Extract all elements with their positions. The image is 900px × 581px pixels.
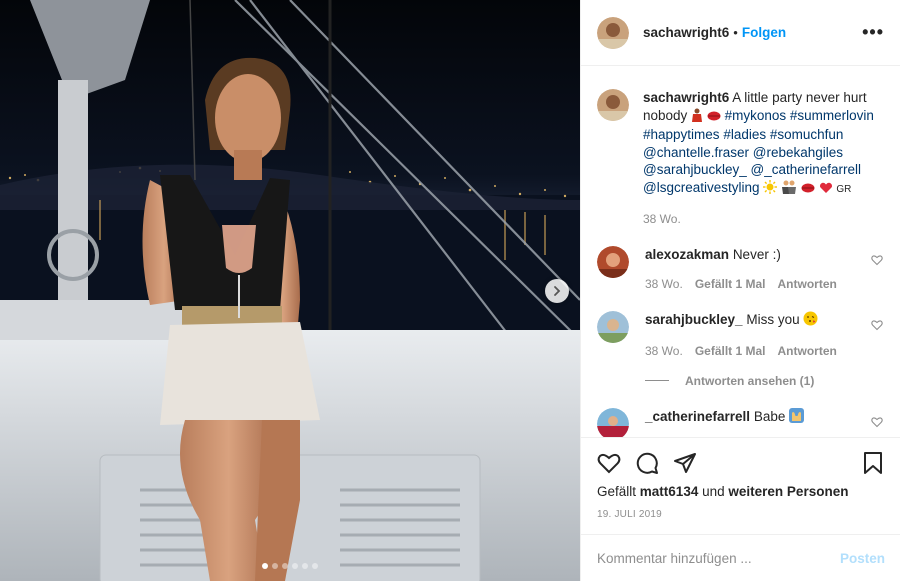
comment-text: Babe [753,408,786,424]
flag-gr-label: GR [836,183,852,195]
add-comment-bar: Posten [581,534,900,581]
divider-line [645,380,669,382]
post-date[interactable]: 19. JULI 2019 [597,509,885,520]
heart-icon[interactable] [871,416,883,431]
heart-icon[interactable] [871,254,883,269]
view-replies-label: Antworten ansehen (1) [685,373,815,388]
heart-emoji-icon [819,181,833,199]
carousel-dot [262,563,268,569]
bookmark-icon[interactable] [861,451,885,475]
caption-meta: 38 Wo. [643,212,893,226]
liked-by-others[interactable]: weiteren Personen [728,484,848,499]
comment-input[interactable] [597,550,840,566]
avatar[interactable] [597,310,629,343]
comment-likes[interactable]: Gefällt 1 Mal [695,277,766,291]
reply-button[interactable]: Antworten [778,344,837,358]
heart-icon[interactable] [871,319,883,334]
kiss-emoji-icon [803,311,818,331]
mention-link[interactable]: @chantelle.fraser [643,145,749,160]
carousel-dot [292,563,298,569]
likes-middle: und [702,484,725,499]
view-replies-button[interactable]: Antworten ansehen (1) [645,374,885,388]
carousel-dot [282,563,288,569]
hashtag-link[interactable]: #summerlovin [790,108,874,123]
instagram-post: sachawright6 • Folgen ••• sachawright6 A… [0,0,900,581]
comment-likes[interactable]: Gefällt 1 Mal [695,344,766,358]
comment-text: Never :) [732,246,781,262]
liked-by-user[interactable]: matt6134 [640,484,699,499]
chevron-right-icon [554,286,561,296]
caption-time[interactable]: 38 Wo. [643,212,681,226]
carousel-indicator [0,563,580,569]
hashtag-link[interactable]: #somuchfun [770,127,844,142]
post-side-panel: sachawright6 • Folgen ••• sachawright6 A… [580,0,900,581]
post-header: sachawright6 • Folgen ••• [581,0,900,66]
caption-username[interactable]: sachawright6 [643,90,729,105]
raised-hands-emoji-icon [789,407,805,428]
post-comment-button[interactable]: Posten [840,551,885,566]
hashtag-link[interactable]: #happytimes [643,127,720,142]
carousel-dot [312,563,318,569]
sun-emoji-icon [763,179,778,199]
action-icons [597,448,885,478]
comment-item: alexozakman Never :) 38 Wo. Gefällt 1 Ma… [597,245,885,291]
dancer-emoji-icon [691,108,703,127]
avatar[interactable] [597,16,629,49]
post-caption: sachawright6 A little party never hurt n… [597,67,885,226]
photo-scene [0,0,580,581]
comments-list[interactable]: sachawright6 A little party never hurt n… [581,67,900,437]
mention-link[interactable]: @sarahjbuckley_ [643,162,747,177]
post-photo[interactable] [0,0,580,581]
mention-link[interactable]: @_catherinefarrell [751,162,862,177]
post-author-username[interactable]: sachawright6 [643,25,729,40]
comment-username[interactable]: sarahjbuckley_ [645,312,743,327]
comment-icon[interactable] [635,451,659,475]
comment-item: sarahjbuckley_ Miss you 38 Wo. Gefällt 1… [597,310,885,358]
comment-username[interactable]: _catherinefarrell [645,409,750,424]
mention-link[interactable]: @lsgcreativestyling [643,180,760,195]
comment-text: Miss you [746,311,800,327]
share-icon[interactable] [673,451,697,475]
follow-button[interactable]: Folgen [742,25,786,40]
likes-summary: Gefällt matt6134 und weiteren Personen [597,484,885,499]
avatar[interactable] [597,407,629,437]
avatar[interactable] [597,89,629,121]
carousel-next-button[interactable] [545,279,569,303]
comment-meta: 38 Wo. Gefällt 1 Mal Antworten [645,344,865,358]
comment-item: _catherinefarrell Babe [597,407,885,437]
carousel-dot [272,563,278,569]
comment-meta: 38 Wo. Gefällt 1 Mal Antworten [645,277,865,291]
comment-time[interactable]: 38 Wo. [645,344,683,358]
likes-prefix: Gefällt [597,484,637,499]
comment-username[interactable]: alexozakman [645,247,729,262]
reply-button[interactable]: Antworten [778,277,837,291]
lips-emoji-icon [707,109,721,127]
post-actions: Gefällt matt6134 und weiteren Personen 1… [581,437,900,520]
avatar[interactable] [597,245,629,278]
lips-emoji-icon [801,181,815,199]
more-icon[interactable]: ••• [862,22,884,43]
comment-time[interactable]: 38 Wo. [645,277,683,291]
header-separator: • [733,25,738,40]
mention-link[interactable]: @rebekahgiles [753,145,843,160]
hashtag-link[interactable]: #mykonos [725,108,787,123]
hashtag-link[interactable]: #ladies [723,127,766,142]
women-emoji-icon [781,180,797,199]
heart-icon[interactable] [597,451,621,475]
carousel-dot [302,563,308,569]
